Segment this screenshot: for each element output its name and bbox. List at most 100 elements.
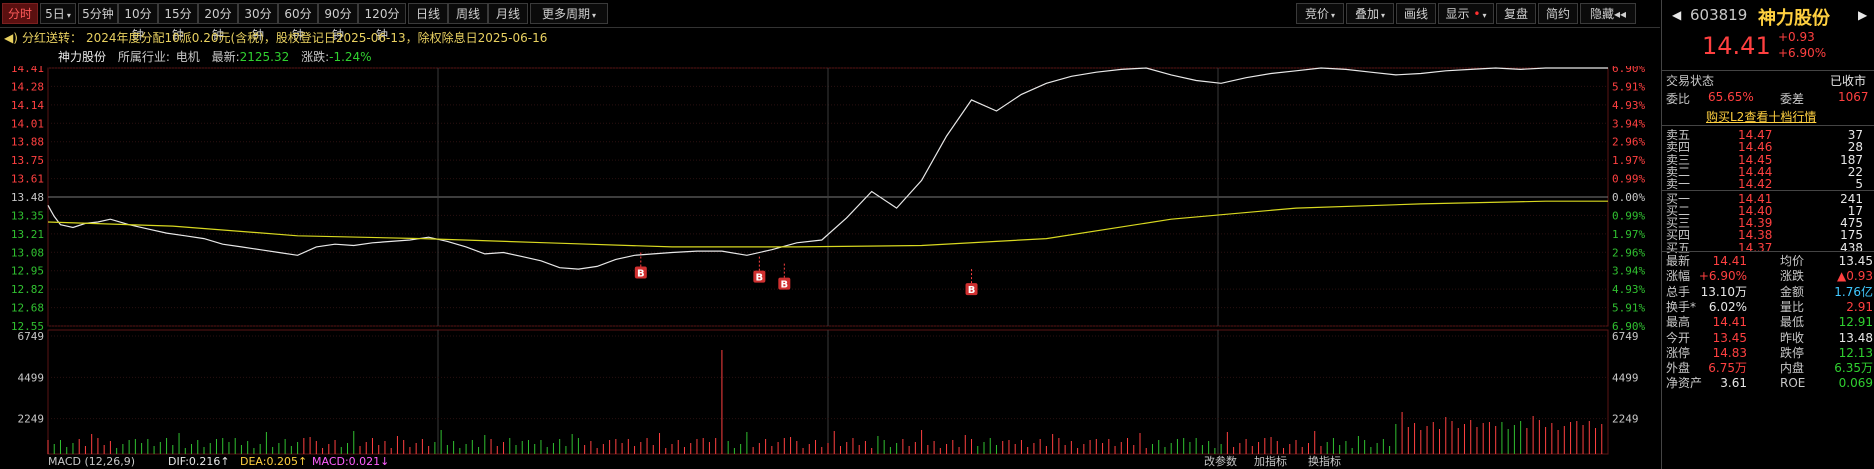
replay-button[interactable]: 复盘 — [1496, 3, 1536, 24]
tab-20min[interactable]: 20分钟 — [198, 3, 238, 42]
stat-label: 外盘 — [1666, 361, 1691, 376]
tab-60min[interactable]: 60分钟 — [278, 3, 318, 42]
tab-5min[interactable]: 5分钟 — [78, 3, 118, 24]
stat-label: 涨停 — [1666, 345, 1691, 360]
buy-marker-label: B — [781, 280, 789, 291]
stock-name-title: 神力股份 — [1758, 8, 1830, 29]
stat-value: ▲0.93 — [1837, 269, 1873, 284]
pct-tick-label: 3.94% — [1612, 117, 1645, 130]
weicha-label: 委差 — [1780, 92, 1805, 106]
dividend-label: 分红送转： — [22, 31, 83, 45]
stat-value: 12.13 — [1838, 345, 1873, 360]
stat-value: 12.91 — [1838, 315, 1873, 330]
display-button[interactable]: 显示 • ▾ — [1438, 3, 1494, 24]
tab-90min[interactable]: 90分钟 — [318, 3, 358, 42]
stat-value: 2.91 — [1846, 299, 1873, 314]
chevron-down-icon: ▾ — [66, 11, 71, 20]
stat-value: 13.10万 — [1700, 284, 1747, 299]
edit-params-button[interactable]: 改参数 — [1204, 455, 1237, 469]
stock-code: 603819 — [1690, 6, 1748, 24]
stat-value: 6.35万 — [1834, 361, 1873, 376]
back-arrow-icon[interactable]: ◀ — [1672, 8, 1681, 22]
index-change-label: 涨跌: — [301, 50, 330, 64]
price-tick-label: 14.41 — [11, 66, 44, 75]
chevron-down-icon: ▾ — [1482, 11, 1487, 20]
tab-5day[interactable]: 5日 ▾ — [40, 3, 76, 24]
dif-value: DIF:0.216↑ — [168, 455, 230, 468]
stat-value: 0.069 — [1838, 376, 1873, 391]
stat-value: 14.41 — [1712, 254, 1747, 268]
add-indicator-button[interactable]: 加指标 — [1254, 455, 1287, 469]
price-tick-label: 14.14 — [11, 99, 44, 112]
volume-tick-label: 2249 — [18, 413, 45, 426]
tab-monthly[interactable]: 月线 — [488, 3, 528, 24]
volume-tick-label: 4499 — [1612, 371, 1639, 384]
pct-tick-label: 2.96% — [1612, 136, 1645, 149]
overlay-button[interactable]: 叠加 ▾ — [1346, 3, 1394, 24]
stat-value: +6.90% — [1698, 269, 1747, 284]
price-tick-label: 14.01 — [11, 117, 44, 130]
tab-30min[interactable]: 30分钟 — [238, 3, 278, 42]
stat-row: 涨幅 +6.90% 涨跌 ▲0.93 — [1662, 269, 1874, 284]
stat-value: 14.41 — [1712, 315, 1747, 330]
stat-label: 量比 — [1780, 299, 1805, 314]
more-periods-dropdown[interactable]: 更多周期 ▾ — [530, 3, 608, 24]
simple-mode-button[interactable]: 简约 — [1538, 3, 1578, 24]
tab-15min[interactable]: 15分钟 — [158, 3, 198, 42]
stat-label: 总手 — [1666, 284, 1691, 299]
l2-purchase-link[interactable]: 购买L2查看十档行情 — [1706, 108, 1816, 125]
status-value: 已收市 — [1830, 74, 1867, 88]
stat-label: 昨收 — [1780, 330, 1805, 345]
tab-10min[interactable]: 10分钟 — [118, 3, 158, 42]
pct-tick-label: 0.00% — [1612, 191, 1645, 204]
pct-tick-label: 0.99% — [1612, 173, 1645, 186]
indicator-name[interactable]: MACD (12,26,9) — [48, 455, 135, 469]
tab-daily[interactable]: 日线 — [408, 3, 448, 24]
buy-marker-label: B — [756, 273, 764, 284]
price-tick-label: 13.35 — [11, 209, 44, 222]
hide-button[interactable]: 隐藏◂◂ — [1580, 3, 1636, 24]
pct-tick-label: 1.97% — [1612, 228, 1645, 241]
volume-tick-label: 6749 — [1612, 330, 1639, 343]
stat-label: 涨跌 — [1780, 269, 1805, 284]
index-latest-label: 最新: — [211, 50, 240, 64]
price-change-pct: +6.90% — [1778, 46, 1827, 60]
stat-label: 金额 — [1780, 284, 1805, 299]
stat-label: ROE — [1780, 376, 1806, 391]
draw-line-button[interactable]: 画线 — [1396, 3, 1436, 24]
stock-name: 神力股份 — [58, 50, 107, 64]
stat-row: 最新 14.41 均价 13.45 — [1662, 254, 1874, 269]
stat-label: 最低 — [1780, 315, 1805, 330]
tab-intraday[interactable]: 分时 — [2, 3, 38, 24]
price-tick-label: 13.21 — [11, 228, 44, 241]
stat-label: 换手* — [1666, 299, 1697, 314]
price-tick-label: 13.48 — [11, 191, 44, 204]
pct-tick-label: 5.91% — [1612, 80, 1645, 93]
tab-120min[interactable]: 120分钟 — [358, 3, 406, 42]
buy-marker-label: B — [637, 268, 645, 279]
auction-button[interactable]: 竞价 ▾ — [1296, 3, 1344, 24]
price-tick-label: 13.61 — [11, 173, 44, 186]
pct-tick-label: 5.91% — [1612, 302, 1645, 315]
weibi-value: 65.65% — [1708, 90, 1754, 104]
volume-tick-label: 4499 — [18, 371, 45, 384]
intraday-chart[interactable]: 14.41 6.90% 14.28 5.91% 14.14 4.93% 14.01 3.94%… — [0, 66, 1660, 469]
buy-marker-label: B — [968, 285, 976, 296]
pct-tick-label: 4.93% — [1612, 283, 1645, 296]
price-change: +0.93 — [1778, 30, 1815, 44]
tab-weekly[interactable]: 周线 — [448, 3, 488, 24]
stat-value: 3.61 — [1720, 376, 1747, 391]
pct-tick-label: 3.94% — [1612, 265, 1645, 278]
stat-row: 今开 13.45 昨收 13.48 — [1662, 331, 1874, 346]
pct-tick-label: 2.96% — [1612, 246, 1645, 259]
stat-row: 换手* 6.02% 量比 2.91 — [1662, 300, 1874, 315]
forward-arrow-icon[interactable]: ▶ — [1858, 8, 1867, 22]
stat-row: 涨停 14.83 跌停 12.13 — [1662, 346, 1874, 361]
price-tick-label: 12.95 — [11, 265, 44, 278]
change-indicator-button[interactable]: 换指标 — [1308, 455, 1341, 469]
pct-tick-label: 6.90% — [1612, 66, 1645, 75]
divider — [1662, 251, 1874, 252]
period-toolbar: 分时 5日 ▾ 5分钟 10分钟 15分钟 20分钟 30分钟 60分钟 90分钟… — [0, 0, 1660, 42]
stat-row: 外盘 6.75万 内盘 6.35万 — [1662, 361, 1874, 376]
dividend-notice: ◀) 分红送转： 2024年度分配10派0.20元(含税)，股权登记日2025-… — [0, 28, 1660, 48]
